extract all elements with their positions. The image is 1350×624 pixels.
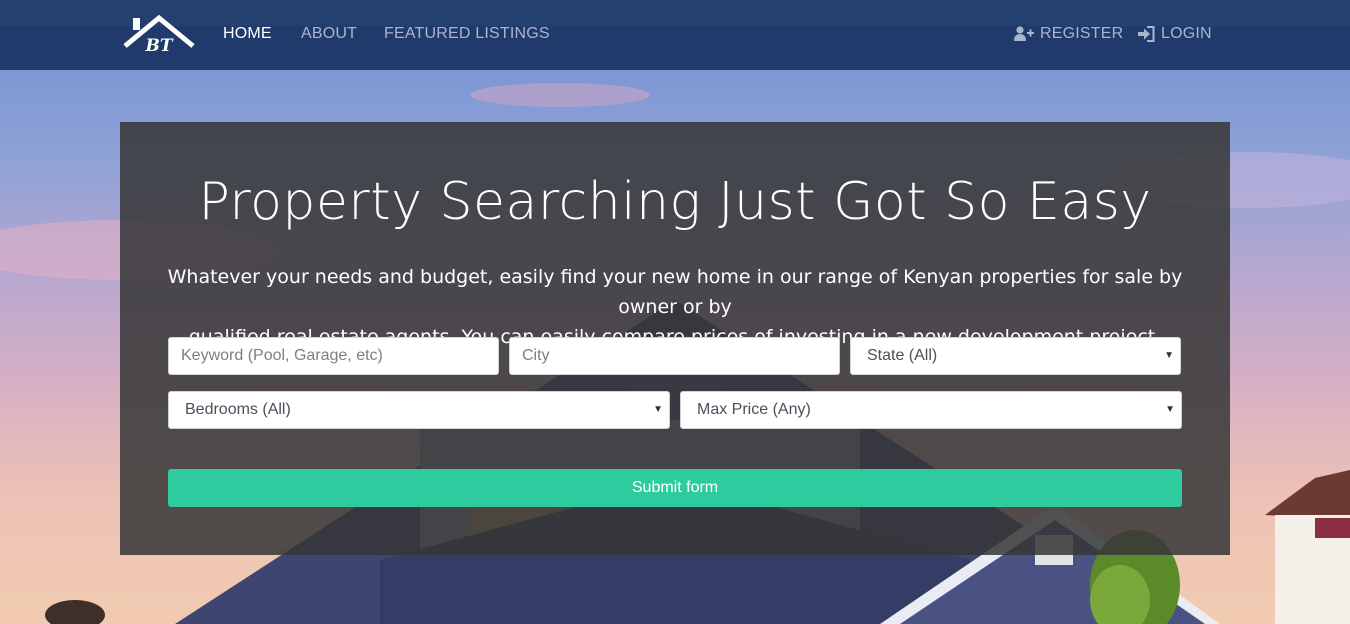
hero-title: Property Searching Just Got So Easy [198, 172, 1152, 232]
hero-lead-line-1: Whatever your needs and budget, easily f… [167, 266, 1183, 318]
bedrooms-select-value: Bedrooms (All) [185, 401, 291, 418]
caret-down-icon: ▼ [1165, 404, 1175, 415]
nav-link-featured-listings[interactable]: FEATURED LISTINGS [384, 25, 550, 43]
max-price-select-value: Max Price (Any) [697, 401, 811, 418]
keyword-input[interactable] [168, 337, 499, 375]
brand-initials: BT [144, 36, 173, 54]
register-label: REGISTER [1040, 25, 1124, 42]
house-logo-icon: BT [123, 14, 195, 56]
nav-link-about[interactable]: ABOUT [301, 25, 357, 43]
bedrooms-select[interactable]: Bedrooms (All) ▼ [168, 391, 670, 429]
state-select[interactable]: State (All) ▼ [850, 337, 1181, 375]
user-plus-icon [1014, 26, 1034, 41]
max-price-select[interactable]: Max Price (Any) ▼ [680, 391, 1182, 429]
register-link[interactable]: REGISTER [1014, 25, 1123, 43]
top-navbar: BT HOME ABOUT FEATURED LISTINGS REGISTER… [0, 0, 1350, 70]
sign-in-icon [1138, 26, 1155, 42]
caret-down-icon: ▼ [1164, 350, 1174, 361]
brand-logo[interactable]: BT [123, 14, 195, 56]
login-link[interactable]: LOGIN [1138, 25, 1212, 43]
login-label: LOGIN [1161, 25, 1212, 42]
caret-down-icon: ▼ [653, 404, 663, 415]
submit-button[interactable]: Submit form [168, 469, 1182, 507]
state-select-value: State (All) [867, 347, 938, 364]
city-input[interactable] [509, 337, 840, 375]
navbar-top-band [0, 0, 1350, 26]
nav-link-home[interactable]: HOME [223, 25, 272, 43]
